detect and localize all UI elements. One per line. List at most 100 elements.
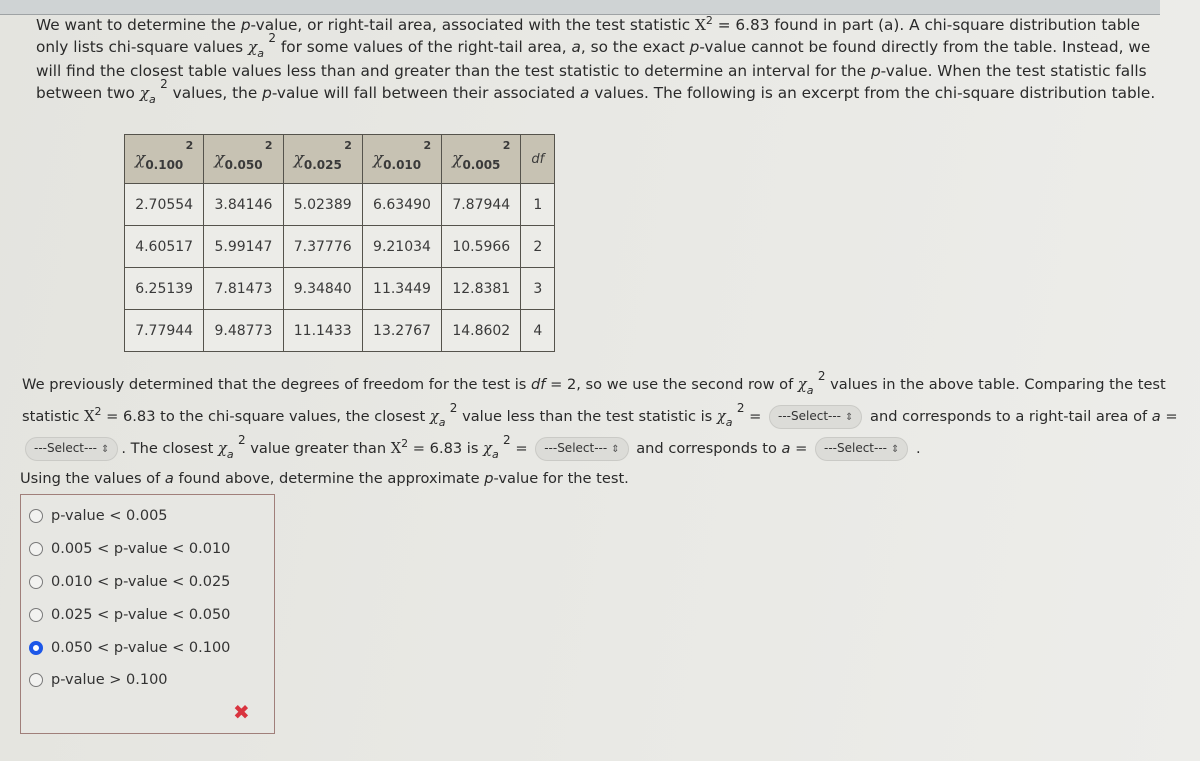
- choice-label: p-value > 0.100: [51, 672, 168, 688]
- table-cell: 7.77944: [123, 309, 205, 352]
- chi-a-symbol: χa 2: [429, 400, 458, 429]
- p-symbol: p: [240, 16, 251, 35]
- header-chi-0.050: χ0.050 2: [203, 134, 284, 184]
- a-symbol: a: [580, 84, 590, 103]
- para-text: We previously determined that the degree…: [22, 376, 532, 393]
- para-text: =: [744, 407, 767, 425]
- table-cell: 5.02389: [282, 183, 363, 226]
- chi-a-symbol: χa 2: [483, 432, 511, 461]
- test-statistic-symbol: X2: [694, 14, 713, 35]
- table-cell: 7.87944: [441, 183, 522, 226]
- choice-0.010-0.025[interactable]: 0.010 < p-value < 0.025: [29, 571, 230, 593]
- question-prompt: Using the values of a found above, deter…: [20, 470, 629, 487]
- question-text: -value for the test.: [493, 470, 629, 487]
- radio-button[interactable]: [29, 608, 43, 622]
- table-cell: 2.70554: [123, 183, 205, 226]
- intro-paragraph: We want to determine the p-value, or rig…: [36, 10, 1166, 106]
- table-cell: 11.3449: [361, 267, 443, 310]
- question-text: Using the values of: [20, 470, 165, 487]
- choice-label: 0.010 < p-value < 0.025: [51, 574, 231, 590]
- header-chi-0.100: χ0.100 2: [123, 134, 205, 184]
- table-cell: 7.81473: [203, 267, 284, 310]
- table-cell: 11.1433: [282, 309, 363, 352]
- header-chi-0.010: χ0.010 2: [361, 134, 443, 184]
- intro-text: , so the exact: [580, 38, 690, 57]
- chi-a-symbol: χa 2: [247, 31, 277, 61]
- header-chi-0.025: χ0.025 2: [282, 134, 363, 184]
- table-cell: 7.37776: [282, 225, 363, 268]
- table-cell: 10.5966: [441, 225, 522, 268]
- chi-lower-select[interactable]: ---Select--- ⇕: [769, 404, 863, 429]
- a-symbol: a: [164, 470, 174, 487]
- table-cell: 9.21034: [361, 225, 443, 268]
- table-row: 4.60517 5.99147 7.37776 9.21034 10.5966 …: [123, 225, 556, 268]
- radio-button[interactable]: [29, 575, 43, 589]
- table-cell-df: 2: [520, 225, 556, 268]
- choice-label: 0.005 < p-value < 0.010: [51, 541, 231, 557]
- table-row: 7.77944 9.48773 11.1433 13.2767 14.8602 …: [123, 309, 556, 352]
- table-row: 2.70554 3.84146 5.02389 6.63490 7.87944 …: [123, 183, 556, 226]
- table-cell: 5.99147: [203, 225, 284, 268]
- radio-button-selected[interactable]: [29, 641, 43, 655]
- chi-a-symbol: χa 2: [716, 400, 745, 429]
- choice-label: 0.050 < p-value < 0.100: [51, 640, 231, 656]
- chi-a-symbol: χa 2: [139, 77, 168, 107]
- question-text: found above, determine the approximate: [173, 470, 485, 487]
- intro-text: We want to determine the: [36, 16, 241, 35]
- table-cell: 12.8381: [441, 267, 522, 310]
- para-text: =: [790, 439, 812, 457]
- radio-button[interactable]: [29, 673, 43, 687]
- chi-upper-select[interactable]: ---Select--- ⇕: [535, 436, 629, 461]
- select-arrows-icon: ⇕: [611, 443, 620, 455]
- a-symbol: a: [1151, 407, 1161, 425]
- comparison-paragraph: We previously determined that the degree…: [22, 369, 1182, 463]
- p-symbol: p: [689, 38, 700, 57]
- table-cell: 9.34840: [282, 267, 363, 310]
- para-text: and corresponds to a right-tail area of: [865, 407, 1152, 425]
- para-text: =: [510, 439, 533, 457]
- table-header-row: χ0.100 2 χ0.050 2 χ0.025 2 χ0.010 2 χ0.005 2 …: [123, 134, 556, 184]
- intro-text: values. The following is an excerpt from…: [589, 84, 1156, 103]
- select-arrows-icon: ⇕: [891, 443, 900, 455]
- choice-0.025-0.050[interactable]: 0.025 < p-value < 0.050: [29, 604, 230, 626]
- chi-a-symbol: χa 2: [218, 432, 246, 461]
- table-cell-df: 1: [520, 183, 556, 226]
- table-cell: 13.2767: [361, 309, 443, 352]
- choice-p-lt-0.005[interactable]: p-value < 0.005: [29, 505, 168, 527]
- test-statistic-symbol: X2: [390, 436, 409, 457]
- choice-p-gt-0.100[interactable]: p-value > 0.100: [29, 669, 168, 691]
- table-cell: 3.84146: [203, 183, 284, 226]
- choice-0.005-0.010[interactable]: 0.005 < p-value < 0.010: [29, 538, 230, 560]
- table-row: 6.25139 7.81473 9.34840 11.3449 12.8381 …: [123, 267, 556, 310]
- table-cell: 6.63490: [361, 183, 443, 226]
- intro-text: for some values of the right-tail area,: [276, 38, 572, 57]
- choice-0.050-0.100[interactable]: 0.050 < p-value < 0.100: [29, 637, 230, 659]
- table-cell-df: 3: [520, 267, 556, 310]
- choice-label: p-value < 0.005: [51, 508, 168, 524]
- para-text: . The closest: [121, 439, 219, 457]
- para-text: = 6.83 to the chi-square values, the clo…: [101, 407, 430, 425]
- area-upper-select[interactable]: ---Select--- ⇕: [815, 436, 909, 461]
- radio-button[interactable]: [29, 542, 43, 556]
- para-text: =: [1160, 407, 1178, 425]
- table-cell: 4.60517: [123, 225, 205, 268]
- radio-button[interactable]: [29, 509, 43, 523]
- test-statistic-symbol: X2: [84, 405, 102, 425]
- table-cell-df: 4: [520, 309, 556, 352]
- header-df: df: [520, 134, 556, 184]
- table-cell: 14.8602: [441, 309, 522, 352]
- choice-label: 0.025 < p-value < 0.050: [51, 607, 231, 623]
- select-arrows-icon: ⇕: [101, 443, 110, 455]
- para-text: and corresponds to: [631, 439, 782, 457]
- area-lower-select[interactable]: ---Select--- ⇕: [25, 436, 119, 461]
- select-arrows-icon: ⇕: [845, 411, 854, 423]
- a-symbol: a: [571, 38, 581, 57]
- para-text: = 6.83 is: [408, 439, 484, 457]
- header-chi-0.005: χ0.005 2: [441, 134, 522, 184]
- para-text: value greater than: [245, 439, 391, 457]
- chi-a-symbol: χa 2: [797, 369, 826, 397]
- incorrect-x-icon: ✖: [233, 700, 250, 724]
- table-cell: 6.25139: [123, 267, 205, 310]
- table-cell: 9.48773: [203, 309, 284, 352]
- p-symbol: p: [870, 62, 881, 81]
